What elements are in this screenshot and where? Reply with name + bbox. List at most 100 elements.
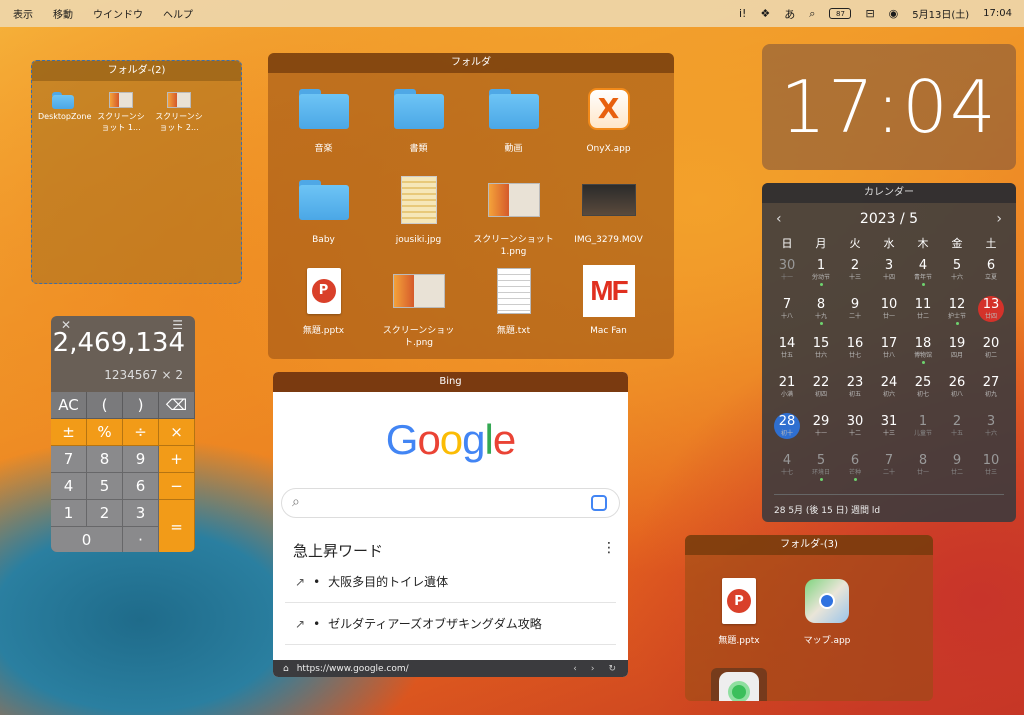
calendar-day[interactable]: 17 廿八 [872,331,906,370]
spotlight-search-icon[interactable]: ⌕ [809,7,815,21]
calendar-day[interactable]: 4 青年节 [906,253,940,292]
calendar-day[interactable]: 23 初五 [838,370,872,409]
url-text[interactable]: https://www.google.com/ [297,664,409,674]
calendar-day[interactable]: 3 十四 [872,253,906,292]
calendar-day[interactable]: 10 廿一 [872,292,906,331]
calc-key[interactable]: % [87,419,123,446]
reload-icon[interactable]: ↻ [608,664,616,674]
calculator-widget[interactable]: ✕ ☰ 2,469,134 1234567 × 2 AC() ⌫ ±% ÷ × 7 8 9 +4… [51,316,195,552]
calc-key[interactable]: − [159,473,195,500]
calc-key[interactable]: ± [51,419,87,446]
home-icon[interactable]: ⌂ [283,664,289,674]
calendar-day[interactable]: 31 十三 [872,409,906,448]
calendar-day[interactable]: 21 小满 [770,370,804,409]
calc-key[interactable]: AC [51,392,87,419]
calendar-day[interactable]: 20 初二 [974,331,1008,370]
control-center-icon[interactable]: ⊟ [865,7,874,20]
prev-month-icon[interactable]: ‹ [776,211,782,227]
calendar-day[interactable]: 9 二十 [838,292,872,331]
trend-item[interactable]: ↗ • ゼルダティアーズオブザキングダム攻略 [285,603,616,645]
findmy-item[interactable] [711,668,767,701]
calc-key[interactable]: + [159,446,195,473]
calendar-day[interactable]: 24 初六 [872,370,906,409]
bing-widget[interactable]: Bing Google ⌕ 急上昇ワード ⋮ ↗ • 大阪多目的トイレ遺体 ↗ • ゼル… [273,372,628,677]
calendar-day[interactable]: 30 十二 [838,409,872,448]
calendar-day[interactable]: 12 护士节 [940,292,974,331]
clock-widget[interactable]: 17:04 [762,44,1016,170]
calc-key[interactable]: 4 [51,473,87,500]
folder-item-mov[interactable]: IMG_3279.MOV [561,170,656,261]
calc-key[interactable]: = [159,500,195,552]
folder-item-txt[interactable]: 無題.txt [466,261,561,352]
battery-icon[interactable]: 87 [829,8,852,19]
calendar-day[interactable]: 14 廿五 [770,331,804,370]
trend-item[interactable]: ↗ • 大阪多目的トイレ遺体 [285,561,616,603]
folder-item-movies[interactable]: 動画 [466,79,561,170]
input-method-icon[interactable]: あ [784,6,795,22]
folder3-item-maps[interactable]: マップ.app [795,575,859,646]
folder-2-widget[interactable]: フォルダ-(2) DesktopZone スクリーンショット 1... スクリー… [31,60,242,284]
calendar-day[interactable]: 30 十一 [770,253,804,292]
calendar-day[interactable]: 18 博物馆 [906,331,940,370]
menu-help[interactable]: ヘルプ [163,6,193,21]
calendar-day[interactable]: 7 二十 [872,448,906,487]
calc-key[interactable]: 5 [87,473,123,500]
calendar-day[interactable]: 6 立夏 [974,253,1008,292]
calc-key[interactable]: 1 [51,500,87,527]
folder-3-widget[interactable]: フォルダ-(3) P 無題.pptx マップ.app [685,535,933,701]
menu-bar-time[interactable]: 17:04 [983,8,1012,19]
folder-item-documents[interactable]: 書類 [371,79,466,170]
back-icon[interactable]: ‹ [573,664,577,674]
calendar-day[interactable]: 9 廿二 [940,448,974,487]
calendar-day[interactable]: 15 廿六 [804,331,838,370]
menu-go[interactable]: 移動 [53,6,73,21]
calendar-day[interactable]: 16 廿七 [838,331,872,370]
calc-key[interactable]: ( [87,392,123,419]
folder-item-onyx[interactable]: X OnyX.app [561,79,656,170]
folder-item-macfan[interactable]: MF Mac Fan [561,261,656,352]
forward-icon[interactable]: › [591,664,595,674]
folder-item-pptx[interactable]: P 無題.pptx [276,261,371,352]
calc-key[interactable]: · [123,527,159,552]
folder3-item-pptx[interactable]: P 無題.pptx [707,575,771,646]
calendar-day[interactable]: 22 初四 [804,370,838,409]
calc-key[interactable]: 2 [87,500,123,527]
calendar-day[interactable]: 8 十九 [804,292,838,331]
google-lens-icon[interactable] [591,495,607,511]
screenshot-1-item[interactable]: スクリーンショット 1... [96,89,146,133]
calc-key[interactable]: 3 [123,500,159,527]
folder-item-screenshot-1[interactable]: スクリーンショット 1.png [466,170,561,261]
calendar-day[interactable]: 11 廿二 [906,292,940,331]
calendar-day[interactable]: 1 労动节 [804,253,838,292]
calendar-widget[interactable]: カレンダー ‹ 2023 / 5 › 日月火水木金土 30 十一 1 労动节 2 十三 3 十… [762,183,1016,522]
more-options-icon[interactable]: ⋮ [602,540,616,556]
calc-key[interactable]: 8 [87,446,123,473]
folder-item-jousiki[interactable]: jousiki.jpg [371,170,466,261]
calc-key[interactable]: ) [123,392,159,419]
siri-icon[interactable]: ◉ [889,7,899,20]
calc-key[interactable]: 7 [51,446,87,473]
search-input[interactable]: ⌕ [281,488,620,518]
desktopzone-item[interactable]: DesktopZone [38,89,91,133]
calc-key[interactable]: ÷ [123,419,159,446]
menu-view[interactable]: 表示 [13,6,33,21]
calc-key[interactable]: 0 [51,527,123,552]
calc-key[interactable]: 6 [123,473,159,500]
calendar-day[interactable]: 1 儿童节 [906,409,940,448]
calendar-day[interactable]: 8 廿一 [906,448,940,487]
menu-bar-date[interactable]: 5月13日(土) [912,6,969,21]
folder-item-music[interactable]: 音楽 [276,79,371,170]
menu-window[interactable]: ウインドウ [93,6,143,21]
calendar-day[interactable]: 26 初八 [940,370,974,409]
calendar-day[interactable]: 4 十七 [770,448,804,487]
calendar-day[interactable]: 2 十五 [940,409,974,448]
next-month-icon[interactable]: › [996,211,1002,227]
calendar-day[interactable]: 6 芒种 [838,448,872,487]
calendar-day[interactable]: 28 初十 [770,409,804,448]
dropbox-icon[interactable]: ❖ [760,7,770,20]
folder-item-baby[interactable]: Baby [276,170,371,261]
calendar-day[interactable]: 3 十六 [974,409,1008,448]
calendar-day[interactable]: 10 廿三 [974,448,1008,487]
calc-key[interactable]: 9 [123,446,159,473]
calendar-day[interactable]: 13 廿四 [974,292,1008,331]
